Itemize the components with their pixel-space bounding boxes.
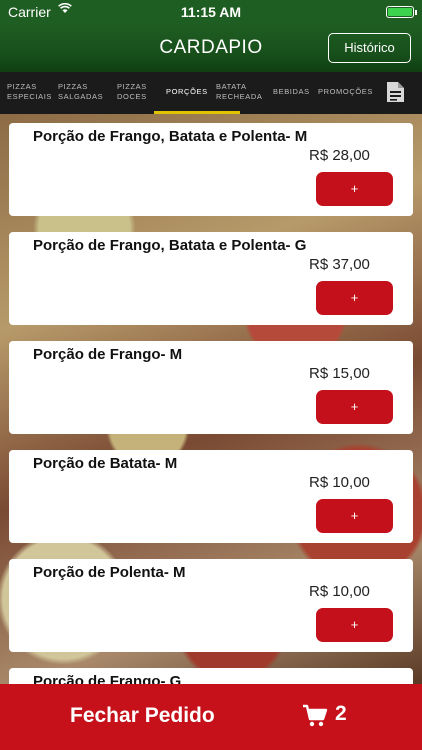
history-button[interactable]: Histórico [328,33,411,63]
tab-promocoes[interactable]: PROMOÇÕES [318,87,373,97]
item-price: R$ 28,00 [309,147,370,164]
item-name: Porção de Frango, Batata e Polenta- G [33,237,307,254]
menu-item: Porção de Frango, Batata e Polenta- G R$… [9,232,413,325]
add-button[interactable]: + [316,281,393,315]
menu-item: Porção de Batata- M R$ 10,00 + [9,450,413,543]
menu-item: Porção de Frango, Batata e Polenta- M R$… [9,123,413,216]
battery-icon [386,6,417,18]
item-price: R$ 10,00 [309,474,370,491]
menu-item: Porção de Frango- M R$ 15,00 + [9,341,413,434]
menu-item: Porção de Polenta- M R$ 10,00 + [9,559,413,652]
add-button[interactable]: + [316,172,393,206]
item-price: R$ 15,00 [309,365,370,382]
item-price: R$ 10,00 [309,583,370,600]
document-icon[interactable] [385,81,405,103]
tab-batata-recheada[interactable]: BATATA RECHEADA [216,82,262,102]
checkout-bar[interactable]: Fechar Pedido 2 [0,684,422,750]
item-name: Porção de Frango, Batata e Polenta- M [33,128,308,145]
item-price: R$ 37,00 [309,256,370,273]
nav-bar: CARDAPIO Histórico [0,24,422,72]
add-button[interactable]: + [316,390,393,424]
cart-icon[interactable] [302,704,328,728]
cart-count: 2 [335,702,347,725]
tab-porcoes[interactable]: PORÇÕES [166,87,208,97]
tab-pizzas-doces[interactable]: PIZZAS DOCES [117,82,147,102]
menu-list[interactable]: Porção de Frango, Batata e Polenta- M R$… [0,114,422,684]
tab-pizzas-especiais[interactable]: PIZZAS ESPECIAIS [7,82,52,102]
add-button[interactable]: + [316,499,393,533]
item-name: Porção de Polenta- M [33,564,186,581]
item-name: Porção de Batata- M [33,455,178,472]
category-tabs: PIZZAS ESPECIAIS PIZZAS SALGADAS PIZZAS DOC… [0,72,422,114]
status-bar: Carrier 11:15 AM [0,0,422,24]
add-button[interactable]: + [316,608,393,642]
checkout-button-label[interactable]: Fechar Pedido [70,704,215,728]
clock: 11:15 AM [180,4,242,20]
item-name: Porção de Frango- G [33,673,182,684]
tab-bebidas[interactable]: BEBIDAS [273,87,310,97]
item-name: Porção de Frango- M [33,346,183,363]
menu-item: Porção de Frango- G [9,668,413,684]
tab-pizzas-salgadas[interactable]: PIZZAS SALGADAS [58,82,103,102]
